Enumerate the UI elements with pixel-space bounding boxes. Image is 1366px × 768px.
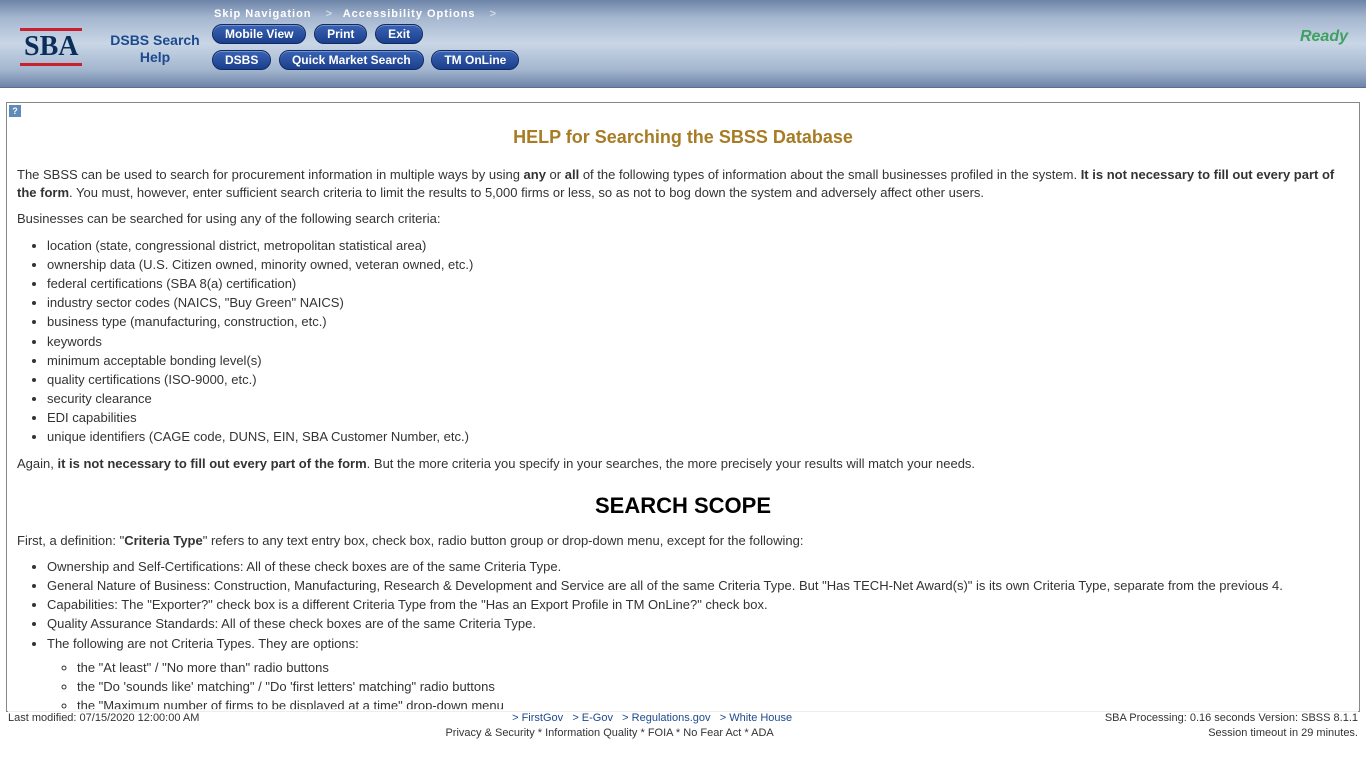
regulations-link[interactable]: Regulations.gov: [632, 712, 711, 724]
list-item: ownership data (U.S. Citizen owned, mino…: [47, 256, 1349, 274]
list-item: unique identifiers (CAGE code, DUNS, EIN…: [47, 428, 1349, 446]
help-icon[interactable]: ?: [9, 105, 21, 117]
logo-text: SBA: [20, 28, 82, 66]
logo: SBA: [20, 28, 90, 66]
list-item: business type (manufacturing, constructi…: [47, 313, 1349, 331]
criteria-lead: Businesses can be searched for using any…: [17, 210, 1349, 228]
list-item: quality certifications (ISO-9000, etc.): [47, 371, 1349, 389]
footer: Last modified: 07/15/2020 12:00:00 AM > …: [8, 709, 1358, 742]
header-bar: SBA DSBS Search Help Skip Navigation > A…: [0, 0, 1366, 88]
footer-links-row2: Privacy & Security * Information Quality…: [11, 726, 1208, 740]
scope-list: Ownership and Self-Certifications: All o…: [47, 558, 1349, 712]
status-label: Ready: [1300, 28, 1348, 46]
body-text: The SBSS can be used to search for procu…: [7, 166, 1359, 712]
whitehouse-link[interactable]: White House: [729, 712, 792, 724]
firstgov-link[interactable]: FirstGov: [522, 712, 564, 724]
content-frame: ? HELP for Searching the SBSS Database T…: [6, 102, 1360, 712]
list-item: The following are not Criteria Types. Th…: [47, 635, 1349, 712]
accessibility-link[interactable]: Accessibility Options: [343, 8, 476, 20]
list-item: industry sector codes (NAICS, "Buy Green…: [47, 294, 1349, 312]
session-label: Session timeout in 29 minutes.: [1208, 726, 1358, 740]
nav-column: Skip Navigation > Accessibility Options …: [210, 0, 1300, 72]
exit-button[interactable]: Exit: [375, 24, 423, 44]
skip-navigation-link[interactable]: Skip Navigation: [214, 8, 312, 20]
dsbs-button[interactable]: DSBS: [212, 50, 271, 70]
intro-paragraph: The SBSS can be used to search for procu…: [17, 166, 1349, 202]
again-paragraph: Again, it is not necessary to fill out e…: [17, 455, 1349, 473]
button-row-2: DSBS Quick Market Search TM OnLine: [210, 48, 1300, 72]
list-item: Quality Assurance Standards: All of thes…: [47, 615, 1349, 633]
criteria-list: location (state, congressional district,…: [47, 237, 1349, 447]
processing-label: SBA Processing: 0.16 seconds Version: SB…: [1105, 711, 1358, 725]
scope-heading: SEARCH SCOPE: [17, 491, 1349, 522]
list-item: General Nature of Business: Construction…: [47, 577, 1349, 595]
mobile-view-button[interactable]: Mobile View: [212, 24, 306, 44]
egov-link[interactable]: E-Gov: [582, 712, 613, 724]
list-item: federal certifications (SBA 8(a) certifi…: [47, 275, 1349, 293]
tm-online-button[interactable]: TM OnLine: [431, 50, 519, 70]
scope-definition: First, a definition: "Criteria Type" ref…: [17, 532, 1349, 550]
skip-nav-row: Skip Navigation > Accessibility Options …: [210, 8, 1300, 20]
list-item: the "Do 'sounds like' matching" / "Do 'f…: [77, 678, 1349, 696]
print-button[interactable]: Print: [314, 24, 367, 44]
list-item: EDI capabilities: [47, 409, 1349, 427]
button-row-1: Mobile View Print Exit: [210, 22, 1300, 46]
last-modified: Last modified: 07/15/2020 12:00:00 AM: [8, 711, 199, 725]
footer-links-row1: > FirstGov > E-Gov > Regulations.gov > W…: [199, 711, 1104, 725]
list-item: the "At least" / "No more than" radio bu…: [77, 659, 1349, 677]
list-item: keywords: [47, 333, 1349, 351]
list-item: minimum acceptable bonding level(s): [47, 352, 1349, 370]
list-item: Ownership and Self-Certifications: All o…: [47, 558, 1349, 576]
page-title: DSBS Search Help: [100, 32, 210, 66]
list-item: location (state, congressional district,…: [47, 237, 1349, 255]
list-item: Capabilities: The "Exporter?" check box …: [47, 596, 1349, 614]
scope-sublist: the "At least" / "No more than" radio bu…: [77, 659, 1349, 712]
help-heading: HELP for Searching the SBSS Database: [7, 127, 1359, 148]
quick-market-search-button[interactable]: Quick Market Search: [279, 50, 424, 70]
list-item: security clearance: [47, 390, 1349, 408]
